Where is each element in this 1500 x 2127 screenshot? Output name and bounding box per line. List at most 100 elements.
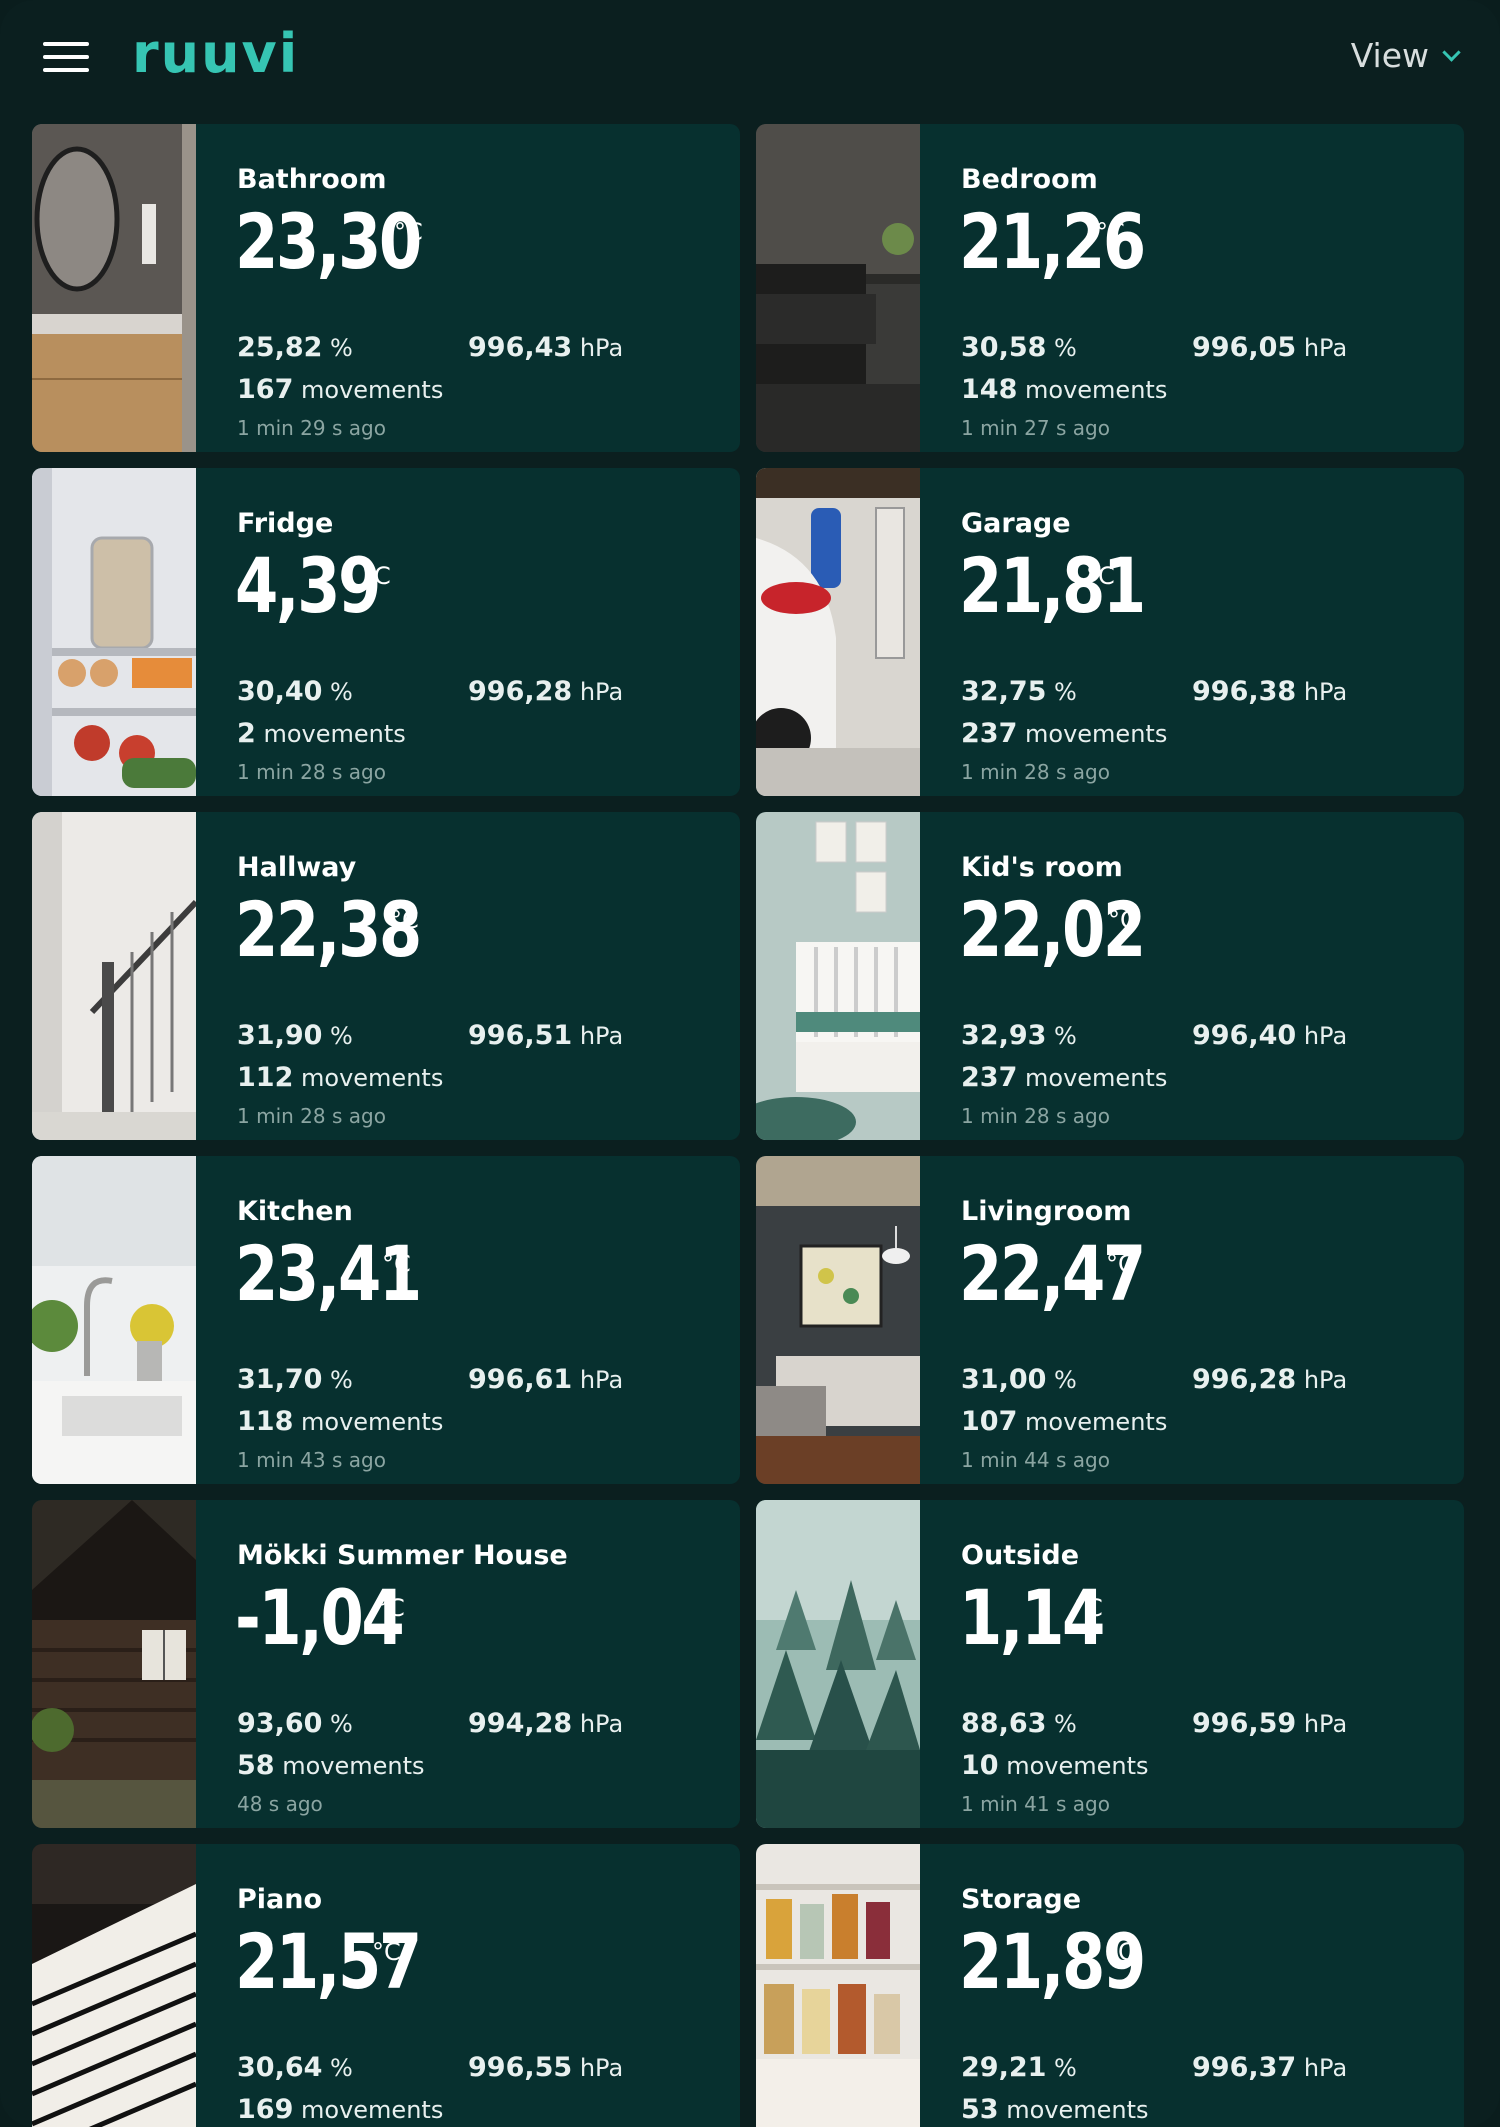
pressure-value: 996,37 [1192, 2052, 1297, 2083]
sensor-card-kitchen[interactable]: Kitchen 23,41 °C 31,70 % 996,61 hPa 118 … [32, 1156, 740, 1484]
outside-photo [756, 1500, 920, 1828]
pressure-value: 996,61 [468, 1364, 573, 1395]
humidity-value: 93,60 [237, 1708, 323, 1739]
storage-photo [756, 1844, 920, 2127]
sensor-card-fridge[interactable]: Fridge 4,39 °C 30,40 % 996,28 hPa 2 move… [32, 468, 740, 796]
kids-room-photo [756, 812, 920, 1140]
last-updated: 1 min 43 s ago [237, 1448, 386, 1472]
last-updated: 48 s ago [237, 1792, 323, 1816]
temperature-unit: °C [1106, 1938, 1135, 1966]
chevron-down-icon [1442, 43, 1461, 62]
movement-label: movements [1006, 2096, 1149, 2124]
hamburger-menu-icon[interactable] [43, 42, 89, 72]
top-bar: ruuvi View [0, 0, 1500, 115]
sensor-card-garage[interactable]: Garage 21,81 °C 32,75 % 996,38 hPa 237 m… [756, 468, 1464, 796]
humidity-unit: % [1054, 1022, 1077, 1050]
humidity-reading: 32,75 % [961, 676, 1077, 707]
movement-label: movements [263, 720, 406, 748]
pressure-value: 994,28 [468, 1708, 573, 1739]
sensor-card-livingroom[interactable]: Livingroom 22,47 °C 31,00 % 996,28 hPa 1… [756, 1156, 1464, 1484]
movement-count: 112 [237, 1062, 294, 1093]
sensor-card-bathroom[interactable]: Bathroom 23,30 °C 25,82 % 996,43 hPa 167… [32, 124, 740, 452]
pressure-unit: hPa [579, 2054, 624, 2082]
movement-label: movements [1006, 1752, 1149, 1780]
movement-label: movements [1025, 1064, 1168, 1092]
humidity-value: 32,93 [961, 1020, 1047, 1051]
pressure-value: 996,55 [468, 2052, 573, 2083]
pressure-unit: hPa [579, 1366, 624, 1394]
pressure-value: 996,05 [1192, 332, 1297, 363]
humidity-unit: % [330, 678, 353, 706]
humidity-unit: % [330, 1366, 353, 1394]
last-updated: 1 min 28 s ago [237, 1104, 386, 1128]
pressure-unit: hPa [1303, 2054, 1348, 2082]
sensor-name: Mökki Summer House [237, 1540, 568, 1571]
sensor-name: Bathroom [237, 164, 387, 195]
humidity-reading: 30,40 % [237, 676, 353, 707]
humidity-value: 88,63 [961, 1708, 1047, 1739]
sensor-card-mokki-summer-house[interactable]: Mökki Summer House -1,04 °C 93,60 % 994,… [32, 1500, 740, 1828]
sensor-name: Piano [237, 1884, 323, 1915]
pressure-unit: hPa [579, 334, 624, 362]
sensor-card-storage[interactable]: Storage 21,89 °C 29,21 % 996,37 hPa 53 m… [756, 1844, 1464, 2127]
pressure-unit: hPa [1303, 1710, 1348, 1738]
sensor-card-kids-room[interactable]: Kid's room 22,02 °C 32,93 % 996,40 hPa 2… [756, 812, 1464, 1140]
movement-reading: 167 movements [237, 374, 443, 405]
pressure-value: 996,28 [1192, 1364, 1297, 1395]
last-updated: 1 min 28 s ago [961, 760, 1110, 784]
bedroom-photo [756, 124, 920, 452]
movement-count: 148 [961, 374, 1018, 405]
temperature-unit: °C [362, 562, 391, 590]
movement-reading: 112 movements [237, 1062, 443, 1093]
humidity-reading: 25,82 % [237, 332, 353, 363]
movement-count: 10 [961, 1750, 999, 1781]
temperature-unit: °C [376, 1594, 405, 1622]
humidity-unit: % [330, 1022, 353, 1050]
sensor-name: Hallway [237, 852, 357, 883]
sensor-name: Livingroom [961, 1196, 1132, 1227]
humidity-value: 31,90 [237, 1020, 323, 1051]
last-updated: 1 min 44 s ago [961, 1448, 1110, 1472]
sensor-card-piano[interactable]: Piano 21,57 °C 30,64 % 996,55 hPa 169 mo… [32, 1844, 740, 2127]
movement-reading: 169 movements [237, 2094, 443, 2125]
movement-count: 237 [961, 1062, 1018, 1093]
pressure-reading: 996,37 hPa [1192, 2052, 1347, 2083]
movement-reading: 53 movements [961, 2094, 1149, 2125]
sensor-name: Storage [961, 1884, 1082, 1915]
humidity-reading: 30,64 % [237, 2052, 353, 2083]
movement-reading: 2 movements [237, 718, 406, 749]
humidity-value: 32,75 [961, 676, 1047, 707]
movement-label: movements [1025, 1408, 1168, 1436]
sensor-card-bedroom[interactable]: Bedroom 21,26 °C 30,58 % 996,05 hPa 148 … [756, 124, 1464, 452]
last-updated: 1 min 41 s ago [961, 1792, 1110, 1816]
humidity-value: 31,70 [237, 1364, 323, 1395]
movement-label: movements [301, 1408, 444, 1436]
humidity-unit: % [1054, 2054, 1077, 2082]
pressure-unit: hPa [579, 1710, 624, 1738]
humidity-unit: % [1054, 1710, 1077, 1738]
temperature-unit: °C [1074, 1594, 1103, 1622]
pressure-value: 996,43 [468, 332, 573, 363]
summer-house-photo [32, 1500, 196, 1828]
humidity-value: 25,82 [237, 332, 323, 363]
sensor-card-outside[interactable]: Outside 1,14 °C 88,63 % 996,59 hPa 10 mo… [756, 1500, 1464, 1828]
pressure-reading: 996,43 hPa [468, 332, 623, 363]
menu-line [43, 55, 89, 59]
pressure-unit: hPa [1303, 1022, 1348, 1050]
movement-count: 107 [961, 1406, 1018, 1437]
last-updated: 1 min 28 s ago [237, 760, 386, 784]
humidity-value: 30,40 [237, 676, 323, 707]
sensor-card-hallway[interactable]: Hallway 22,38 °C 31,90 % 996,51 hPa 112 … [32, 812, 740, 1140]
temperature-unit: °C [1108, 906, 1137, 934]
movement-reading: 237 movements [961, 1062, 1167, 1093]
view-label: View [1350, 36, 1429, 75]
movement-label: movements [301, 376, 444, 404]
app-frame: ruuvi View Bathroom 23,30 °C 25,82 % 996… [0, 0, 1500, 2127]
pressure-reading: 996,28 hPa [468, 676, 623, 707]
sensor-name: Garage [961, 508, 1071, 539]
hallway-photo [32, 812, 196, 1140]
last-updated: 1 min 29 s ago [237, 416, 386, 440]
movement-label: movements [301, 1064, 444, 1092]
movement-count: 237 [961, 718, 1018, 749]
view-dropdown-button[interactable]: View [1350, 36, 1461, 75]
